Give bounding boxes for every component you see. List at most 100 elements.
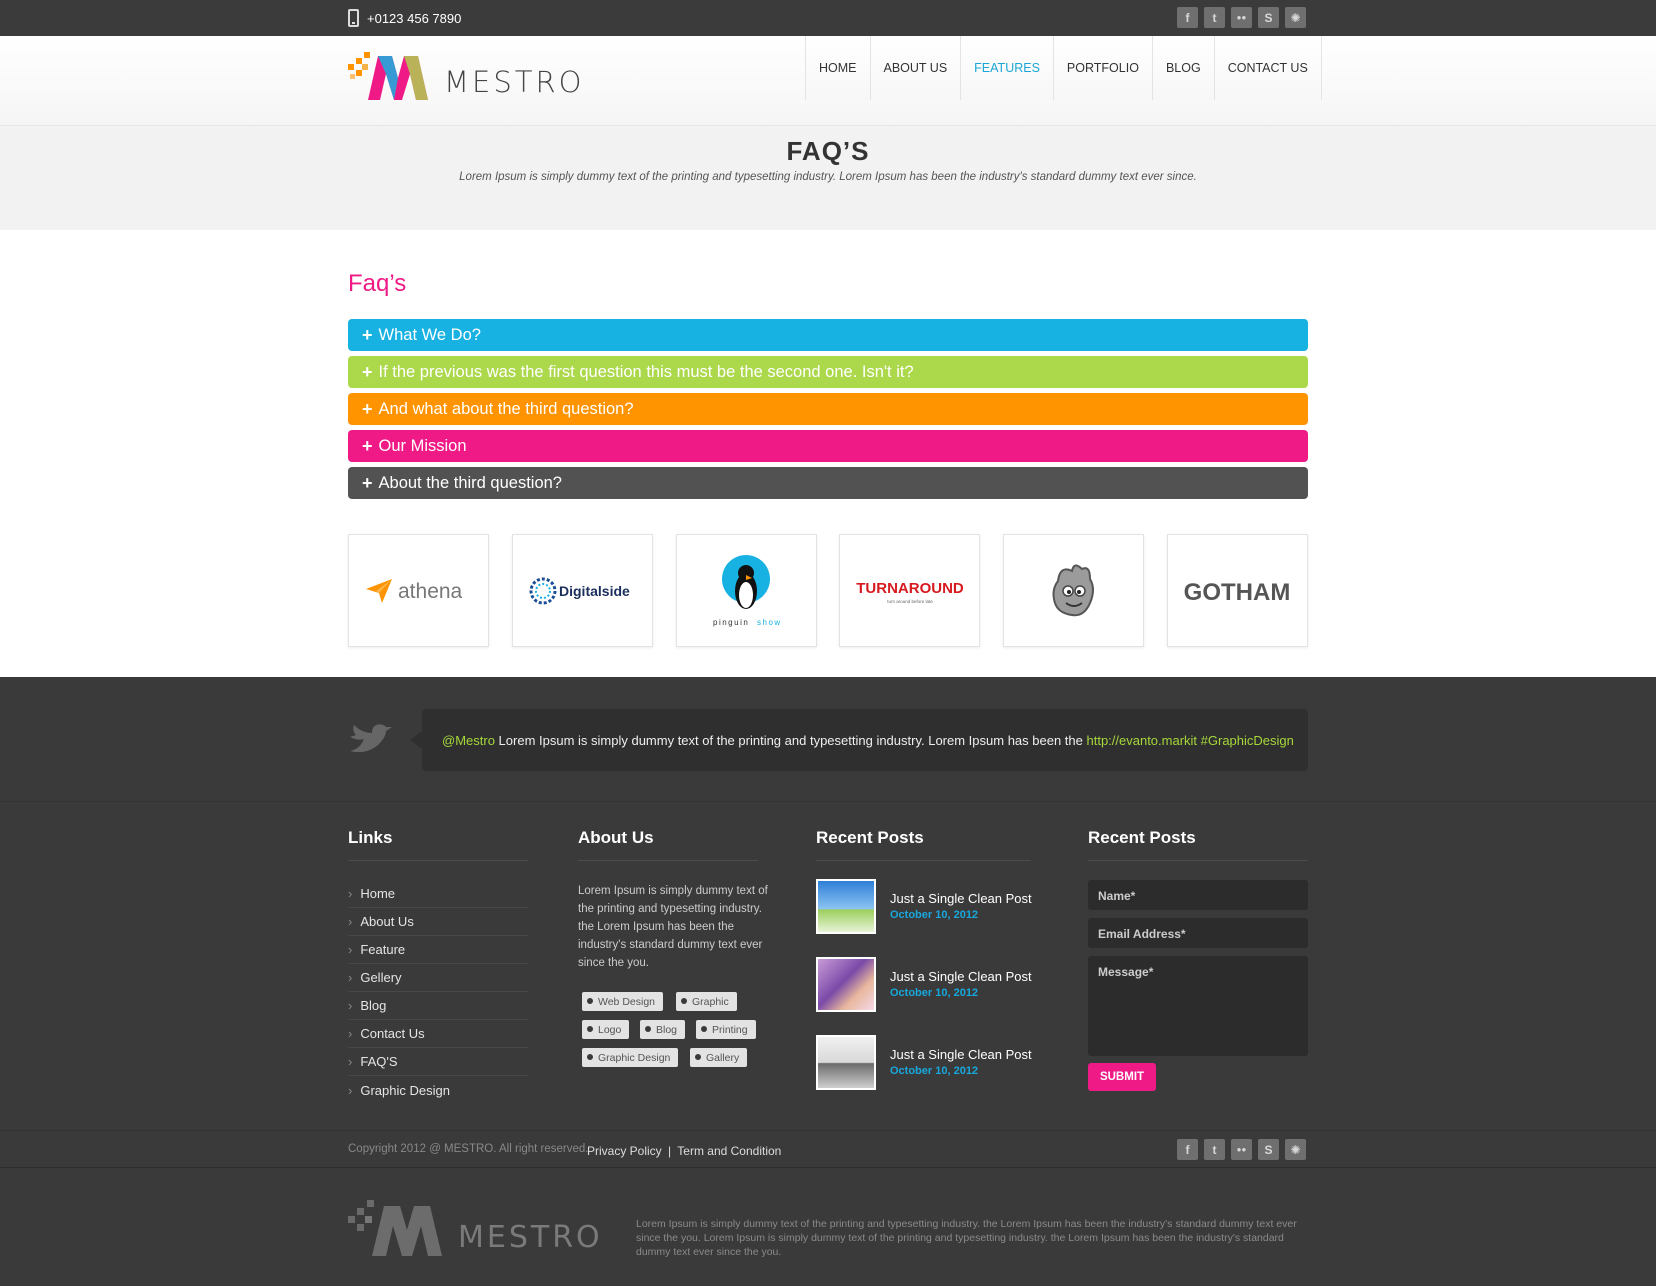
faq-item-our-mission[interactable]: + Our Mission (348, 430, 1308, 462)
footer-link-faqs[interactable]: › FAQ'S (348, 1048, 528, 1076)
facebook-icon[interactable]: f (1177, 1139, 1198, 1160)
client-logo-turnaround[interactable]: TURNAROUND turn around before late (839, 534, 981, 647)
dribbble-icon[interactable]: ✺ (1285, 7, 1306, 28)
chevron-right-icon: › (348, 914, 353, 929)
svg-text:TURNAROUND: TURNAROUND (856, 580, 964, 597)
page-title: FAQ’S (786, 136, 870, 166)
post-date: October 10, 2012 (890, 987, 979, 999)
tag-printing[interactable]: Printing (696, 1020, 756, 1039)
tag-graphic-design[interactable]: Graphic Design (582, 1048, 679, 1067)
twitter-bird-icon (350, 724, 392, 753)
twitter-icon[interactable]: t (1204, 7, 1225, 28)
submit-button[interactable]: SUBMIT (1088, 1063, 1156, 1091)
recent-post[interactable]: Just a Single Clean Post October 10, 201… (816, 957, 1032, 1012)
tag-blog[interactable]: Blog (640, 1020, 686, 1039)
tweet-handle[interactable]: @Mestro (442, 733, 495, 748)
email-field[interactable]: Email Address* (1088, 918, 1308, 948)
footer-link-contact-us[interactable]: › Contact Us (348, 1020, 528, 1048)
policy-links: Privacy Policy | Term and Condition (587, 1144, 781, 1158)
tag-graphic[interactable]: Graphic (676, 992, 737, 1011)
nav-features[interactable]: FEATURES (960, 36, 1053, 100)
post-title[interactable]: Just a Single Clean Post (890, 891, 1032, 906)
chevron-right-icon: › (348, 942, 353, 957)
footer-links-title: Links (348, 828, 393, 847)
phone-icon (348, 9, 359, 27)
footer-description: Lorem Ipsum is simply dummy text of the … (636, 1218, 1297, 1258)
faq-item-label: About the third question? (378, 473, 562, 492)
brand-logo[interactable]: MESTRO (348, 50, 584, 108)
footer-link-blog[interactable]: › Blog (348, 992, 528, 1020)
flickr-icon[interactable]: ●● (1231, 1139, 1252, 1160)
phone-contact: +0123 456 7890 (348, 9, 461, 27)
skype-icon[interactable]: S (1258, 1139, 1279, 1160)
dribbble-icon[interactable]: ✺ (1285, 1139, 1306, 1160)
brand-name: MESTRO (444, 65, 585, 99)
client-logo-pinguinshow[interactable]: pinguin show (675, 534, 817, 647)
nav-portfolio[interactable]: PORTFOLIO (1052, 36, 1152, 100)
footer-link-label: About Us (360, 914, 414, 929)
footer-logo[interactable]: MESTRO (348, 1198, 603, 1264)
footer-link-label: Gellery (360, 970, 402, 985)
post-title[interactable]: Just a Single Clean Post (890, 1047, 1032, 1062)
tag-web-design[interactable]: Web Design (582, 992, 664, 1011)
footer-link-home[interactable]: › Home (348, 880, 528, 908)
facebook-icon[interactable]: f (1177, 7, 1198, 28)
client-logos: athena Digitalside pinguin show TURNAROU… (348, 534, 1308, 647)
client-logo-gotham[interactable]: GOTHAM (1166, 534, 1308, 647)
client-logo-mascot[interactable] (1003, 534, 1145, 647)
footer-brand-name: MESTRO (458, 1219, 603, 1255)
page-subtitle: Lorem Ipsum is simply dummy text of the … (459, 171, 1197, 183)
svg-text:athena: athena (398, 580, 463, 603)
copyright-band: Copyright 2012 @ MESTRO. All right reser… (0, 1130, 1656, 1168)
phone-number: +0123 456 7890 (367, 10, 462, 26)
faq-item-what-we-do[interactable]: + What We Do? (348, 319, 1308, 351)
mascot-logo (1052, 564, 1094, 616)
faq-heading: Faq’s (348, 270, 407, 297)
tweet-link[interactable]: http://evanto.markit (1086, 733, 1197, 748)
recent-post[interactable]: Just a Single Clean Post October 10, 201… (816, 1035, 1032, 1090)
chevron-right-icon: › (348, 886, 353, 901)
tweet-hashtag[interactable]: #GraphicDesign (1197, 733, 1294, 748)
twitter-band: @Mestro Lorem Ipsum is simply dummy text… (0, 677, 1656, 802)
terms-link[interactable]: Term and Condition (677, 1144, 781, 1158)
skype-icon[interactable]: S (1258, 7, 1279, 28)
footer-logo-mark-icon (348, 1200, 442, 1256)
plus-icon: + (362, 472, 373, 493)
chevron-right-icon: › (348, 1082, 353, 1098)
footer-link-label: FAQ'S (360, 1054, 398, 1069)
divider (348, 860, 528, 861)
page-title-band: FAQ’S Lorem Ipsum is simply dummy text o… (0, 126, 1656, 230)
privacy-policy-link[interactable]: Privacy Policy (587, 1144, 662, 1158)
faq-item-third-question[interactable]: + And what about the third question? (348, 393, 1308, 425)
nav-contact-us[interactable]: CONTACT US (1213, 36, 1322, 100)
footer-link-gellery[interactable]: › Gellery (348, 964, 528, 992)
recent-post[interactable]: Just a Single Clean Post October 10, 201… (816, 879, 1032, 934)
post-thumbnail[interactable] (816, 957, 876, 1012)
message-field[interactable]: Message* (1088, 956, 1308, 1056)
twitter-icon[interactable]: t (1204, 1139, 1225, 1160)
tag-logo[interactable]: Logo (582, 1020, 630, 1039)
tag-gallery[interactable]: Gallery (690, 1048, 748, 1067)
flickr-icon[interactable]: ●● (1231, 7, 1252, 28)
nav-home[interactable]: HOME (805, 36, 870, 100)
footer-link-graphic-design[interactable]: › Graphic Design (348, 1076, 528, 1104)
digitalside-logo: Digitalside (529, 577, 630, 604)
footer-link-feature[interactable]: › Feature (348, 936, 528, 964)
chevron-right-icon: › (348, 970, 353, 985)
client-logo-digitalside[interactable]: Digitalside (511, 534, 653, 647)
svg-text:pinguin: pinguin (713, 618, 749, 627)
faq-item-label: If the previous was the first question t… (378, 362, 914, 381)
post-thumbnail[interactable] (816, 879, 876, 934)
nav-about-us[interactable]: ABOUT US (869, 36, 961, 100)
footer-link-about-us[interactable]: › About Us (348, 908, 528, 936)
nav-blog[interactable]: BLOG (1151, 36, 1214, 100)
post-thumbnail[interactable] (816, 1035, 876, 1090)
name-field[interactable]: Name* (1088, 880, 1308, 910)
post-title[interactable]: Just a Single Clean Post (890, 969, 1032, 984)
faq-item-second-question[interactable]: + If the previous was the first question… (348, 356, 1308, 388)
faq-item-about-third-question[interactable]: + About the third question? (348, 467, 1308, 499)
logo-mark-icon (348, 52, 428, 100)
turnaround-logo: TURNAROUND turn around before late (856, 580, 964, 604)
footer-about-title: About Us (578, 828, 654, 847)
client-logo-athena[interactable]: athena (348, 534, 489, 647)
